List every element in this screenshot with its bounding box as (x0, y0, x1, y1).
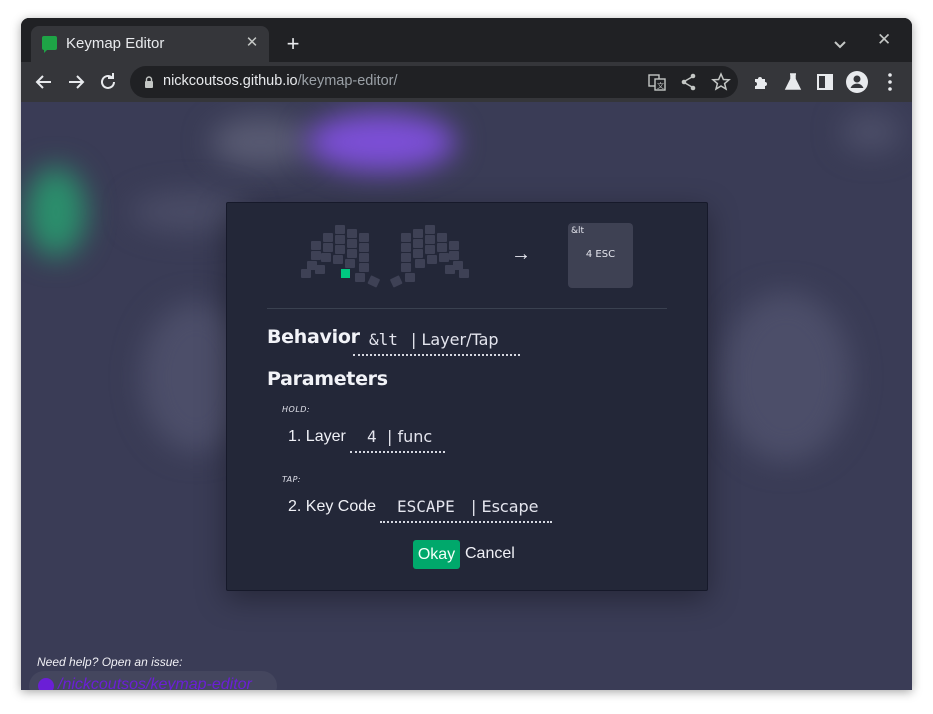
parameters-label: Parameters (267, 368, 388, 390)
behavior-name: | Layer/Tap (411, 330, 499, 349)
svg-text:文: 文 (657, 81, 664, 90)
translate-icon[interactable]: 文 (647, 72, 667, 92)
bookmark-star-icon[interactable] (711, 72, 731, 92)
github-icon (38, 678, 54, 690)
tab-search-icon[interactable] (829, 34, 851, 56)
cancel-button[interactable]: Cancel (465, 545, 515, 563)
behavior-code: &lt (369, 330, 398, 349)
okay-button[interactable]: Okay (413, 540, 460, 569)
background-blur (841, 112, 901, 152)
behavior-dialog: → &lt 4 ESC Behavior &lt | Layer/Tap Par… (226, 202, 708, 591)
layer-code: 4 (367, 427, 377, 446)
key-preview-params: 4 ESC (585, 249, 616, 260)
background-blur (721, 292, 851, 462)
help-text: Need help? Open an issue: (37, 655, 183, 669)
url-text[interactable]: nickcoutsos.github.io/keymap-editor/ (163, 73, 398, 89)
extensions-puzzle-icon[interactable] (749, 70, 773, 94)
github-issue-link[interactable]: /nickcoutsos/keymap-editor (29, 671, 277, 690)
address-bar[interactable]: nickcoutsos.github.io/keymap-editor/ 文 (130, 66, 738, 98)
tap-caption: TAP: (282, 475, 302, 484)
key-preview: &lt 4 ESC (568, 223, 633, 288)
share-icon[interactable] (679, 72, 699, 92)
lock-icon[interactable] (142, 75, 156, 89)
tab-close-icon[interactable]: ✕ (243, 34, 261, 52)
browser-menu-icon[interactable] (878, 70, 902, 94)
background-blur (306, 112, 456, 172)
back-arrow-icon[interactable] (32, 70, 56, 94)
url-path: /keymap-editor/ (297, 73, 398, 89)
new-tab-button[interactable]: + (281, 32, 305, 56)
keycode-code: ESCAPE (397, 497, 455, 516)
key-preview-behavior: &lt (571, 226, 585, 236)
tab-title: Keymap Editor (66, 35, 165, 52)
browser-toolbar: nickcoutsos.github.io/keymap-editor/ 文 (21, 62, 912, 102)
hold-caption: HOLD: (282, 405, 311, 414)
labs-flask-icon[interactable] (781, 70, 805, 94)
window-close-button[interactable]: ✕ (877, 30, 891, 50)
browser-window: Keymap Editor ✕ + ✕ nickcoutsos.github.i… (21, 18, 912, 690)
page-content: → &lt 4 ESC Behavior &lt | Layer/Tap Par… (21, 102, 912, 690)
keymap-favicon-icon (42, 36, 57, 53)
hold-param-label: 1. Layer (288, 428, 346, 445)
background-blur (211, 117, 311, 167)
keyboard-keys (301, 225, 469, 288)
layer-select[interactable]: 4 | func (350, 425, 445, 453)
tab-keymap-editor[interactable]: Keymap Editor ✕ (31, 26, 269, 62)
keycode-select[interactable]: ESCAPE | Escape (380, 495, 552, 523)
github-link-text: /nickcoutsos/keymap-editor (58, 676, 252, 690)
side-panel-icon[interactable] (813, 70, 837, 94)
keycode-name: | Escape (471, 497, 539, 516)
behavior-select[interactable]: &lt | Layer/Tap (353, 328, 520, 356)
selected-key[interactable] (341, 269, 350, 278)
divider (267, 308, 667, 309)
url-host: nickcoutsos.github.io (163, 73, 298, 89)
reload-icon[interactable] (96, 70, 120, 94)
profile-avatar-icon[interactable] (845, 70, 869, 94)
arrow-right-icon: → (511, 243, 531, 265)
behavior-label: Behavior (267, 326, 360, 348)
tap-param-label: 2. Key Code (288, 498, 377, 515)
background-blur (26, 167, 86, 257)
keyboard-layout-preview[interactable] (297, 219, 477, 294)
layer-name: | func (387, 427, 433, 446)
forward-arrow-icon[interactable] (64, 70, 88, 94)
tab-strip: Keymap Editor ✕ + ✕ (21, 18, 912, 62)
